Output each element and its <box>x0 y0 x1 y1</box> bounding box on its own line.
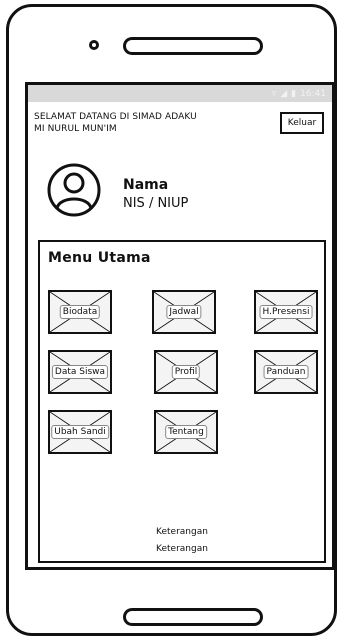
menu-item-label: Profil <box>171 365 201 379</box>
welcome-line-1: SELAMAT DATANG DI SIMAD ADAKU <box>34 112 197 122</box>
menu-item-label: Panduan <box>263 365 309 379</box>
welcome-text: SELAMAT DATANG DI SIMAD ADAKU MI NURUL M… <box>34 111 254 135</box>
menu-item-panduan[interactable]: Panduan <box>254 350 318 394</box>
camera-icon <box>89 40 99 50</box>
menu-item-biodata[interactable]: Biodata <box>48 290 112 334</box>
footer-note-2: Keterangan <box>156 544 208 554</box>
menu-item-label: Biodata <box>59 305 101 319</box>
profile-id: NIS / NIUP <box>123 196 189 211</box>
menu-title: Menu Utama <box>48 250 151 266</box>
menu-item-ubah-sandi[interactable]: Ubah Sandi <box>48 410 112 454</box>
menu-item-label: H.Presensi <box>259 305 313 319</box>
status-bar: ▿ ◢ ▮ 16:41 <box>28 85 332 102</box>
menu-item-label: Ubah Sandi <box>51 425 109 439</box>
wifi-icon: ▿ <box>271 88 277 99</box>
logout-button[interactable]: Keluar <box>280 112 324 134</box>
battery-icon: ▮ <box>291 88 297 99</box>
menu-item-profil[interactable]: Profil <box>154 350 218 394</box>
footer-note-1: Keterangan <box>156 527 208 537</box>
menu-item-data-siswa[interactable]: Data Siswa <box>48 350 112 394</box>
menu-item-jadwal[interactable]: Jadwal <box>152 290 216 334</box>
home-button[interactable] <box>123 608 263 626</box>
app-screen: ▿ ◢ ▮ 16:41 SELAMAT DATANG DI SIMAD ADAK… <box>25 82 335 570</box>
menu-item-label: Data Siswa <box>51 365 109 379</box>
menu-item-tentang[interactable]: Tentang <box>154 410 218 454</box>
menu-item-h-presensi[interactable]: H.Presensi <box>254 290 318 334</box>
menu-item-label: Jadwal <box>166 305 202 319</box>
status-time: 16:41 <box>300 88 326 99</box>
speaker-grille <box>123 37 263 55</box>
profile-name: Nama <box>123 177 169 193</box>
menu-panel: Menu Utama Biodata Jadwal H.Presensi Dat… <box>38 240 326 563</box>
menu-item-label: Tentang <box>165 425 207 439</box>
user-avatar-icon <box>47 163 101 217</box>
signal-icon: ◢ <box>280 88 288 99</box>
welcome-line-2: MI NURUL MUN'IM <box>34 124 117 134</box>
